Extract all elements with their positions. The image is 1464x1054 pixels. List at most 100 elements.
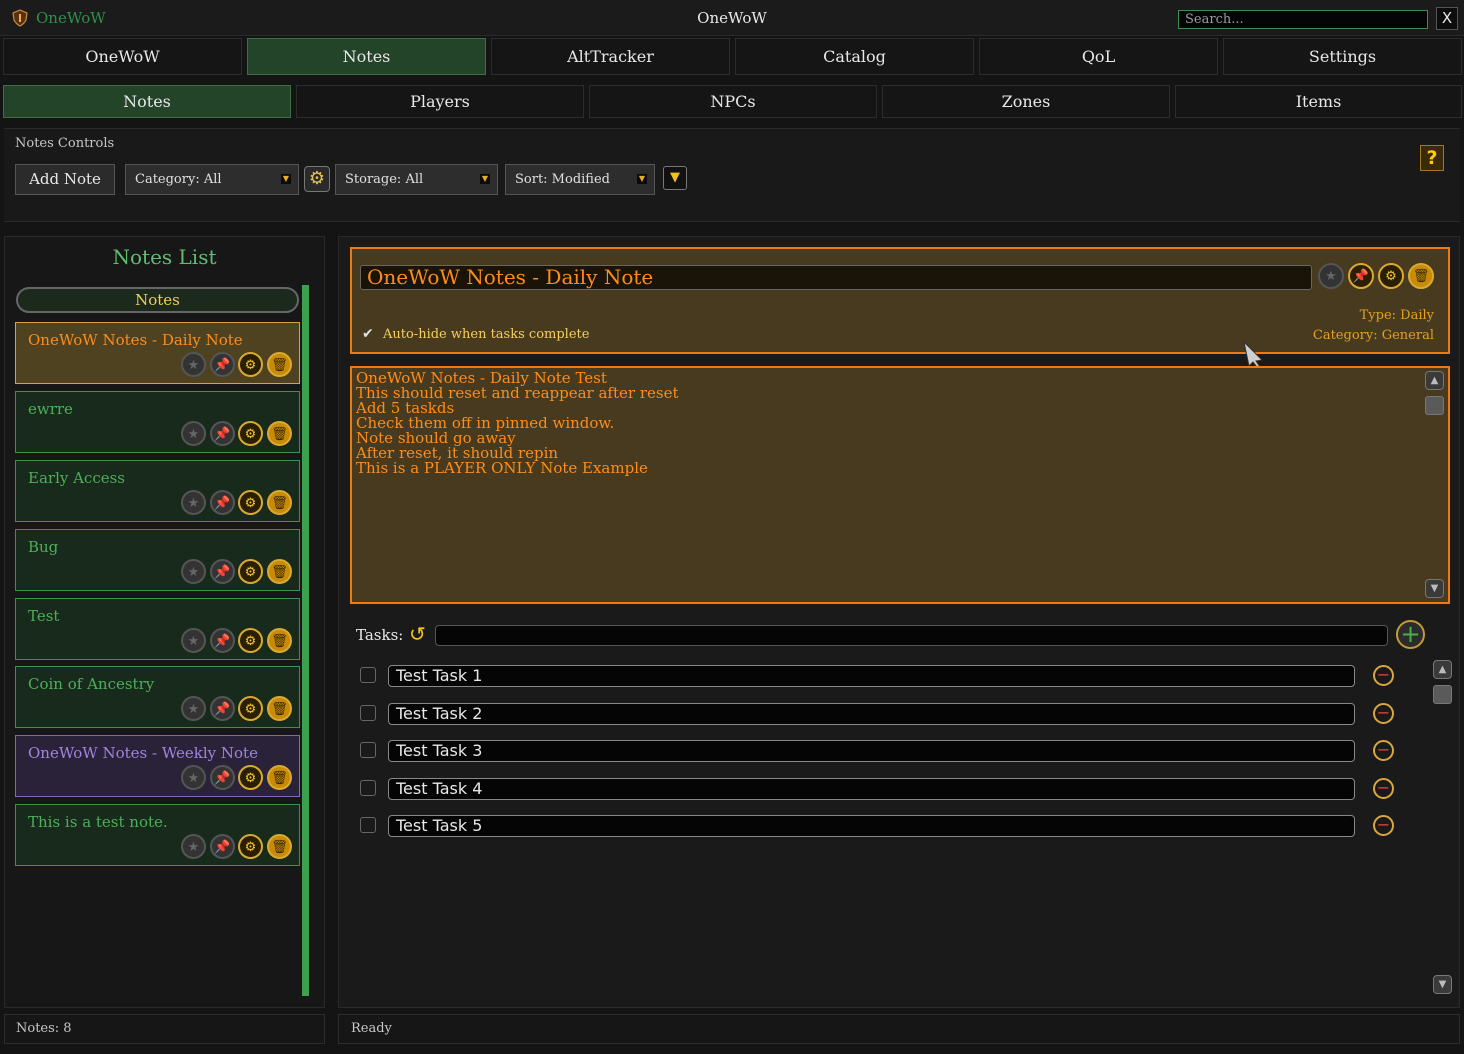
- task-field[interactable]: Test Task 4: [388, 778, 1355, 800]
- add-note-button[interactable]: Add Note: [15, 164, 115, 195]
- scroll-up-button[interactable]: ▲: [1425, 371, 1444, 390]
- task-checkbox[interactable]: [360, 667, 376, 683]
- trash-icon[interactable]: 🗑: [267, 628, 292, 653]
- list-item[interactable]: Early Access ★ 📌 ⚙ 🗑: [15, 460, 300, 522]
- scroll-thumb[interactable]: [1425, 396, 1444, 415]
- pin-icon[interactable]: 📌: [210, 421, 235, 446]
- tab-alttracker[interactable]: AltTracker: [491, 38, 730, 75]
- favorite-star-icon[interactable]: ★: [181, 421, 206, 446]
- list-item[interactable]: OneWoW Notes - Weekly Note ★ 📌 ⚙ 🗑: [15, 735, 300, 797]
- tasks-scroll-up-button[interactable]: ▲: [1433, 660, 1452, 679]
- storage-dropdown[interactable]: Storage: All ▼: [335, 164, 498, 195]
- notes-list-scrollbar[interactable]: [302, 285, 309, 996]
- remove-task-icon[interactable]: −: [1373, 703, 1394, 724]
- search-input[interactable]: [1178, 10, 1428, 29]
- list-item[interactable]: This is a test note. ★ 📌 ⚙ 🗑: [15, 804, 300, 866]
- remove-task-icon[interactable]: −: [1373, 778, 1394, 799]
- trash-icon[interactable]: 🗑: [267, 421, 292, 446]
- sort-direction-button[interactable]: ▼: [663, 166, 687, 190]
- trash-icon[interactable]: 🗑: [267, 490, 292, 515]
- note-item-title: ewrre: [28, 400, 73, 418]
- category-settings-gear-icon[interactable]: ⚙: [304, 166, 330, 192]
- tab-catalog[interactable]: Catalog: [735, 38, 974, 75]
- settings-gear-icon[interactable]: ⚙: [238, 765, 263, 790]
- remove-task-icon[interactable]: −: [1373, 815, 1394, 836]
- notes-list-title: Notes List: [112, 245, 217, 269]
- tab-onewow[interactable]: OneWoW: [3, 38, 242, 75]
- subtab-notes[interactable]: Notes: [3, 85, 291, 118]
- chevron-down-icon: ▼: [480, 174, 490, 184]
- pin-icon[interactable]: 📌: [210, 559, 235, 584]
- settings-gear-icon[interactable]: ⚙: [238, 628, 263, 653]
- scroll-down-button[interactable]: ▼: [1425, 579, 1444, 598]
- close-button[interactable]: X: [1436, 7, 1458, 30]
- favorite-star-icon[interactable]: ★: [181, 696, 206, 721]
- task-field[interactable]: Test Task 2: [388, 703, 1355, 725]
- note-title-input[interactable]: OneWoW Notes - Daily Note: [360, 265, 1312, 290]
- remove-task-icon[interactable]: −: [1373, 740, 1394, 761]
- status-text: Ready: [351, 1021, 392, 1036]
- favorite-star-icon[interactable]: ★: [181, 490, 206, 515]
- task-checkbox[interactable]: [360, 780, 376, 796]
- favorite-star-icon[interactable]: ★: [181, 765, 206, 790]
- autohide-checkbox[interactable]: ✔: [362, 327, 376, 342]
- favorite-star-icon[interactable]: ★: [1318, 263, 1344, 289]
- trash-icon[interactable]: 🗑: [267, 559, 292, 584]
- pin-icon[interactable]: 📌: [1348, 263, 1374, 289]
- note-item-title: Early Access: [28, 469, 126, 487]
- pin-icon[interactable]: 📌: [210, 628, 235, 653]
- list-item[interactable]: Coin of Ancestry ★ 📌 ⚙ 🗑: [15, 666, 300, 728]
- favorite-star-icon[interactable]: ★: [181, 352, 206, 377]
- trash-icon[interactable]: 🗑: [267, 834, 292, 859]
- task-field[interactable]: Test Task 1: [388, 665, 1355, 687]
- subtab-npcs[interactable]: NPCs: [589, 85, 877, 118]
- subtab-zones[interactable]: Zones: [882, 85, 1170, 118]
- task-checkbox[interactable]: [360, 742, 376, 758]
- tab-settings[interactable]: Settings: [1223, 38, 1462, 75]
- favorite-star-icon[interactable]: ★: [181, 628, 206, 653]
- trash-icon[interactable]: 🗑: [1408, 263, 1434, 289]
- tasks-scroll-thumb[interactable]: [1433, 685, 1452, 704]
- help-icon[interactable]: ?: [1420, 145, 1444, 171]
- new-task-input[interactable]: [435, 625, 1388, 646]
- tab-qol[interactable]: QoL: [979, 38, 1218, 75]
- list-item[interactable]: Bug ★ 📌 ⚙ 🗑: [15, 529, 300, 591]
- subtab-players[interactable]: Players: [296, 85, 584, 118]
- reset-tasks-icon[interactable]: ↺: [409, 623, 431, 645]
- list-item[interactable]: ewrre ★ 📌 ⚙ 🗑: [15, 391, 300, 453]
- sort-dropdown[interactable]: Sort: Modified ▼: [505, 164, 655, 195]
- settings-gear-icon[interactable]: ⚙: [238, 490, 263, 515]
- list-item[interactable]: OneWoW Notes - Daily Note ★ 📌 ⚙ 🗑: [15, 322, 300, 384]
- settings-gear-icon[interactable]: ⚙: [1378, 263, 1404, 289]
- pin-icon[interactable]: 📌: [210, 696, 235, 721]
- category-dropdown[interactable]: Category: All ▼: [125, 164, 299, 195]
- tab-notes[interactable]: Notes: [247, 38, 486, 75]
- add-task-button[interactable]: +: [1396, 620, 1425, 649]
- settings-gear-icon[interactable]: ⚙: [238, 834, 263, 859]
- favorite-star-icon[interactable]: ★: [181, 559, 206, 584]
- trash-icon[interactable]: 🗑: [267, 765, 292, 790]
- settings-gear-icon[interactable]: ⚙: [238, 421, 263, 446]
- list-item[interactable]: Test ★ 📌 ⚙ 🗑: [15, 598, 300, 660]
- settings-gear-icon[interactable]: ⚙: [238, 352, 263, 377]
- pin-icon[interactable]: 📌: [210, 765, 235, 790]
- trash-icon[interactable]: 🗑: [267, 352, 292, 377]
- tasks-scroll-down-button[interactable]: ▼: [1433, 975, 1452, 994]
- trash-icon[interactable]: 🗑: [267, 696, 292, 721]
- task-checkbox[interactable]: [360, 817, 376, 833]
- pin-icon[interactable]: 📌: [210, 490, 235, 515]
- task-field[interactable]: Test Task 5: [388, 815, 1355, 837]
- chevron-down-icon: ▼: [281, 174, 291, 184]
- pin-icon[interactable]: 📌: [210, 834, 235, 859]
- subtab-items[interactable]: Items: [1175, 85, 1462, 118]
- sort-dropdown-label: Sort: Modified: [515, 172, 610, 187]
- favorite-star-icon[interactable]: ★: [181, 834, 206, 859]
- remove-task-icon[interactable]: −: [1373, 665, 1394, 686]
- tasks-label: Tasks:: [356, 626, 404, 644]
- task-checkbox[interactable]: [360, 705, 376, 721]
- settings-gear-icon[interactable]: ⚙: [238, 696, 263, 721]
- note-category-label: Category: General: [1312, 328, 1434, 343]
- pin-icon[interactable]: 📌: [210, 352, 235, 377]
- settings-gear-icon[interactable]: ⚙: [238, 559, 263, 584]
- task-field[interactable]: Test Task 3: [388, 740, 1355, 762]
